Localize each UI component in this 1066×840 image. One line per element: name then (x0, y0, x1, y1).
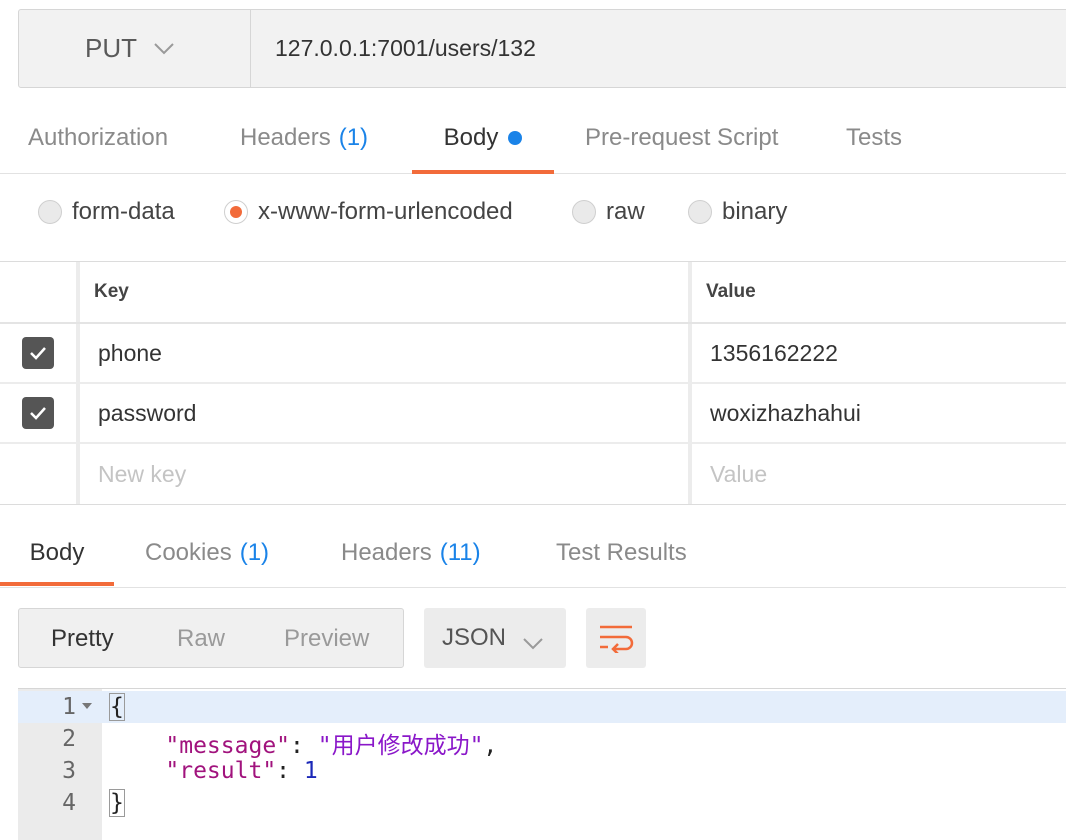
radio-circle-icon (688, 200, 712, 224)
new-param-row: New key Value (0, 444, 1066, 504)
active-tab-indicator (0, 582, 114, 586)
radio-x-www-form-urlencoded[interactable]: x-www-form-urlencoded (224, 198, 513, 226)
json-number: 1 (303, 758, 318, 784)
table-row: password woxizhazhahui (0, 384, 1066, 444)
key-input[interactable]: password (84, 384, 692, 442)
tab-label: Body (29, 539, 85, 566)
radio-label: binary (722, 198, 788, 225)
value-input[interactable]: 1356162222 (696, 324, 1066, 382)
radio-label: raw (606, 198, 645, 225)
row-checkbox-cell (0, 384, 80, 442)
params-table: Key Value phone 1356162222 password woxi… (0, 261, 1066, 505)
key-input[interactable]: phone (84, 324, 692, 382)
tab-label: Headers (341, 539, 432, 566)
radio-label: x-www-form-urlencoded (258, 198, 513, 225)
row-checkbox-cell (0, 444, 80, 504)
new-key-input[interactable]: New key (84, 444, 692, 504)
raw-button[interactable]: Raw (177, 625, 225, 653)
key-column-header: Key (84, 262, 692, 322)
code-line: 1 { (18, 691, 1066, 723)
request-url-bar: PUT 127.0.0.1:7001/users/132 (18, 9, 1066, 88)
radio-form-data[interactable]: form-data (38, 198, 175, 226)
format-label: JSON (442, 624, 507, 651)
line-number: 1 (62, 694, 76, 720)
tab-label: Authorization (28, 124, 169, 151)
tab-count: (1) (338, 124, 369, 151)
pretty-button[interactable]: Pretty (51, 625, 114, 653)
chevron-down-icon (522, 630, 544, 658)
row-checkbox-cell (0, 324, 80, 382)
new-value-input[interactable]: Value (696, 444, 1066, 504)
header-checkbox-cell (0, 262, 80, 322)
tab-authorization[interactable]: Authorization (28, 104, 168, 172)
line-number: 3 (62, 758, 76, 784)
modified-dot-icon (508, 131, 523, 145)
response-tab-body[interactable]: Body (0, 522, 114, 586)
method-label: PUT (85, 33, 137, 63)
radio-circle-icon (572, 200, 596, 224)
tab-headers[interactable]: Headers (1) (240, 104, 368, 172)
tab-pre-request-script[interactable]: Pre-request Script (585, 104, 778, 172)
wrap-lines-icon (600, 625, 634, 653)
checkmark-icon (30, 407, 46, 420)
table-row: phone 1356162222 (0, 324, 1066, 384)
radio-raw[interactable]: raw (572, 198, 645, 226)
wrap-lines-button[interactable] (586, 608, 646, 668)
code-text: "result": 1 (165, 758, 318, 784)
value-column-header: Value (706, 281, 756, 302)
json-key: "result" (165, 758, 277, 784)
row-checkbox[interactable] (22, 397, 54, 429)
tab-count: (1) (239, 539, 270, 566)
tab-count: (11) (439, 539, 481, 566)
tab-label: Body (443, 124, 499, 151)
tab-body[interactable]: Body (412, 104, 554, 174)
response-tabs: Body Cookies (1) Headers (11) Test Resul… (0, 522, 1066, 588)
radio-binary[interactable]: binary (688, 198, 787, 226)
url-input[interactable]: 127.0.0.1:7001/users/132 (251, 10, 1066, 87)
tab-label: Test Results (556, 539, 687, 566)
chevron-down-icon (153, 42, 174, 56)
format-select[interactable]: JSON (424, 608, 566, 668)
radio-circle-icon (38, 200, 62, 224)
radio-label: form-data (72, 198, 175, 225)
tab-label: Headers (240, 124, 331, 151)
table-header: Key Value (0, 262, 1066, 324)
code-line: 4 } (18, 787, 1066, 819)
response-tab-test-results[interactable]: Test Results (556, 522, 687, 584)
tab-label: Tests (846, 124, 903, 151)
preview-button[interactable]: Preview (284, 625, 369, 653)
code-line: 2 "message": "用户修改成功", (18, 723, 1066, 759)
open-brace: { (109, 693, 125, 721)
view-mode-group: Pretty Raw Preview (18, 608, 404, 668)
radio-selected-icon (224, 200, 248, 224)
checkmark-icon (30, 347, 46, 360)
tab-label: Cookies (145, 539, 232, 566)
response-tab-cookies[interactable]: Cookies (1) (145, 522, 269, 584)
close-brace: } (109, 789, 125, 817)
fold-arrow-icon[interactable] (82, 703, 92, 709)
value-input[interactable]: woxizhazhahui (696, 384, 1066, 442)
response-tab-headers[interactable]: Headers (11) (341, 522, 481, 584)
line-number: 4 (62, 790, 76, 816)
body-type-options: form-data x-www-form-urlencoded raw bina… (0, 176, 1066, 252)
code-line: 3 "result": 1 (18, 755, 1066, 787)
method-select[interactable]: PUT (19, 10, 251, 87)
tab-tests[interactable]: Tests (846, 104, 902, 172)
request-tabs: Authorization Headers (1) Body Pre-reque… (0, 104, 1066, 174)
tab-label: Pre-request Script (585, 124, 779, 151)
response-code-viewer[interactable]: 1 { 2 "message": "用户修改成功", 3 "result": 1… (18, 688, 1066, 840)
row-checkbox[interactable] (22, 337, 54, 369)
active-tab-indicator (412, 170, 554, 174)
line-number: 2 (62, 726, 76, 752)
